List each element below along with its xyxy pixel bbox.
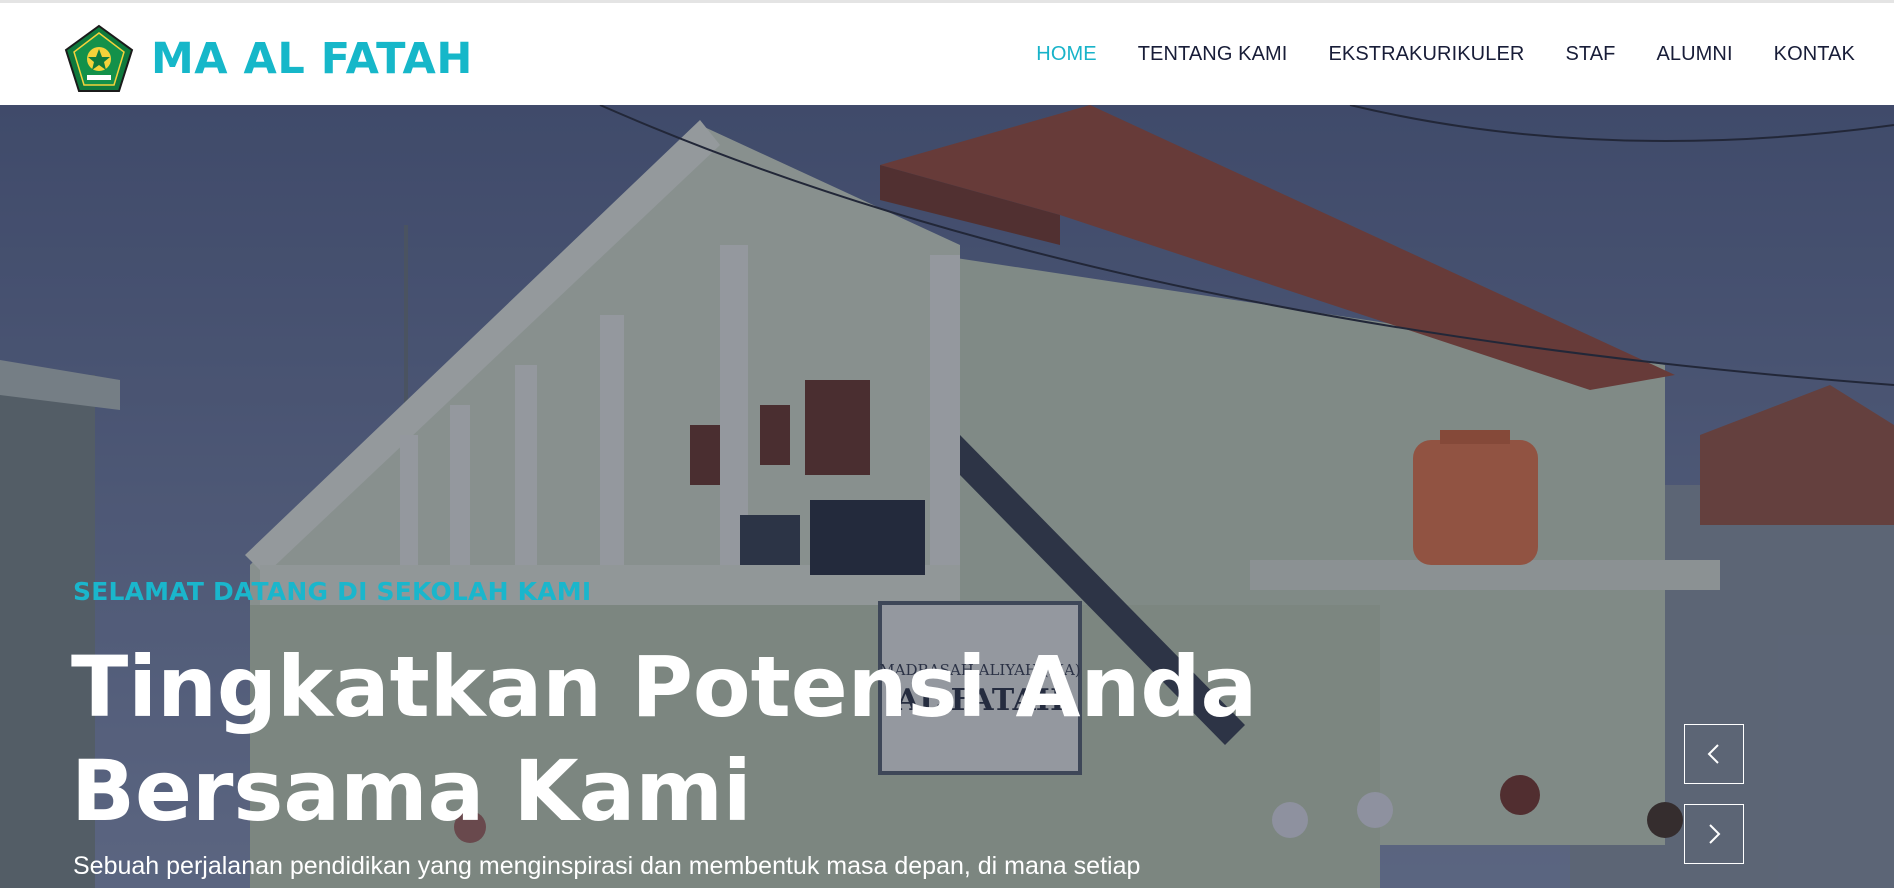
carousel-prev-button[interactable] bbox=[1684, 724, 1744, 784]
nav-item-staf[interactable]: STAF bbox=[1565, 43, 1615, 66]
nav-item-kontak[interactable]: KONTAK bbox=[1774, 43, 1855, 66]
nav-item-alumni[interactable]: ALUMNI bbox=[1656, 43, 1732, 66]
chevron-right-icon bbox=[1709, 824, 1721, 844]
hero-carousel: MADRASAH ALIYAH (MA) AL FATAH SELAMAT DA… bbox=[0, 105, 1894, 888]
hero-headline: Tingkatkan Potensi Anda Bersama Kami bbox=[71, 635, 1371, 843]
hero-headline-line-2: Bersama Kami bbox=[71, 742, 752, 840]
nav-item-ekstrakurikuler[interactable]: EKSTRAKURIKULER bbox=[1328, 43, 1524, 66]
brand[interactable]: MA AL FATAH bbox=[63, 23, 473, 95]
top-navbar: MA AL FATAH HOME TENTANG KAMI EKSTRAKURI… bbox=[0, 0, 1894, 105]
hero-headline-line-1: Tingkatkan Potensi Anda bbox=[71, 638, 1258, 736]
carousel-next-button[interactable] bbox=[1684, 804, 1744, 864]
hero-subline: Sebuah perjalanan pendidikan yang mengin… bbox=[73, 852, 1141, 880]
main-nav: HOME TENTANG KAMI EKSTRAKURIKULER STAF A… bbox=[1036, 43, 1855, 66]
nav-item-tentang-kami[interactable]: TENTANG KAMI bbox=[1138, 43, 1288, 66]
school-crest-icon bbox=[64, 24, 134, 92]
hero-kicker: SELAMAT DATANG DI SEKOLAH KAMI bbox=[73, 577, 592, 606]
chevron-left-icon bbox=[1707, 744, 1719, 764]
nav-item-home[interactable]: HOME bbox=[1036, 43, 1096, 66]
brand-name[interactable]: MA AL FATAH bbox=[151, 34, 473, 84]
